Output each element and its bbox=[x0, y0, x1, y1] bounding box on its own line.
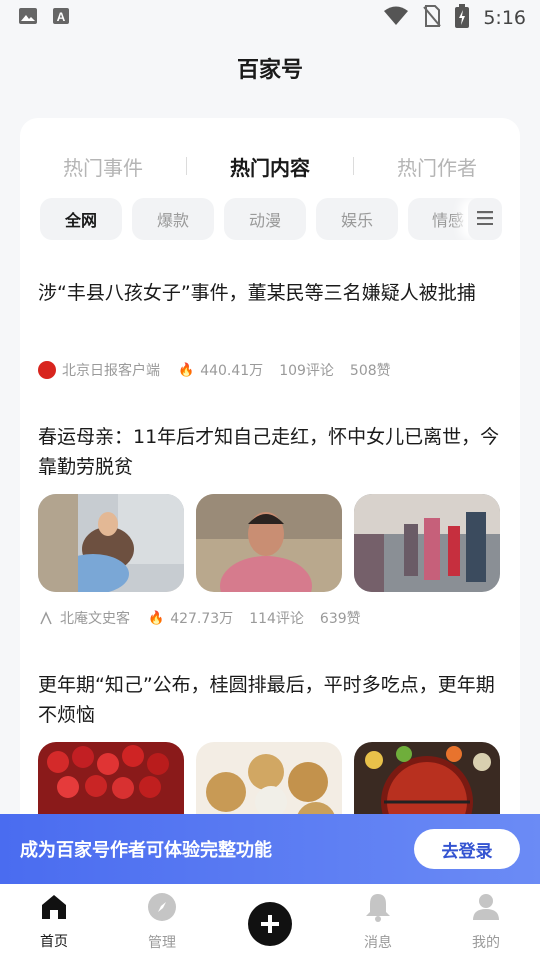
category-menu-button[interactable] bbox=[468, 198, 502, 240]
battery-charging-icon bbox=[455, 4, 470, 32]
thumbnail-family-walking[interactable] bbox=[354, 494, 500, 592]
source-logo bbox=[38, 361, 56, 379]
article-likes: 508赞 bbox=[349, 363, 391, 379]
tab-hot-authors[interactable]: 热门作者 bbox=[354, 152, 520, 181]
tab-hot-content[interactable]: 热门内容 bbox=[187, 152, 353, 181]
nav-home-label: 首页 bbox=[40, 934, 68, 950]
nav-manage[interactable]: 管理 bbox=[108, 884, 216, 960]
article-thumbnails bbox=[38, 494, 502, 592]
article-meta: 北庵文史客 🔥 427.73万 114评论 639赞 bbox=[38, 608, 502, 628]
nav-profile[interactable]: 我的 bbox=[432, 884, 540, 960]
font-a-icon: A bbox=[52, 7, 70, 29]
clock: 5:16 bbox=[483, 7, 526, 29]
top-bar: 百家号 bbox=[0, 36, 540, 100]
no-sim-icon bbox=[423, 5, 442, 31]
article-item[interactable]: 更年期“知己”公布，桂圆排最后，平时多吃点，更年期不烦恼 bbox=[38, 670, 502, 730]
section-tabs: 热门事件 热门内容 热门作者 bbox=[20, 146, 520, 186]
nav-profile-label: 我的 bbox=[472, 935, 500, 951]
article-source[interactable]: 北京日报客户端 bbox=[62, 360, 160, 380]
article-item[interactable]: 春运母亲：11年后才知自己走红，怀中女儿已离世，今靠勤劳脱贫 bbox=[38, 422, 502, 482]
bell-icon bbox=[364, 892, 392, 926]
compass-icon bbox=[147, 892, 177, 926]
nav-messages-label: 消息 bbox=[364, 935, 392, 951]
plus-icon bbox=[248, 902, 292, 946]
nav-home[interactable]: 首页 bbox=[0, 884, 108, 960]
article-headline[interactable]: 更年期“知己”公布，桂圆排最后，平时多吃点，更年期不烦恼 bbox=[38, 670, 502, 730]
home-icon bbox=[39, 893, 69, 925]
article-comments: 114评论 bbox=[249, 611, 304, 627]
chip-entertainment[interactable]: 娱乐 bbox=[316, 198, 398, 240]
tab-hot-events[interactable]: 热门事件 bbox=[20, 152, 186, 181]
source-logo bbox=[38, 610, 54, 626]
chip-anime[interactable]: 动漫 bbox=[224, 198, 306, 240]
article-likes: 639赞 bbox=[319, 611, 361, 627]
article-source[interactable]: 北庵文史客 bbox=[60, 608, 130, 628]
nav-messages[interactable]: 消息 bbox=[324, 884, 432, 960]
article-item[interactable]: 涉“丰县八孩女子”事件，董某民等三名嫌疑人被批捕 bbox=[38, 278, 502, 308]
login-banner-message: 成为百家号作者可体验完整功能 bbox=[20, 840, 272, 861]
chip-all[interactable]: 全网 bbox=[40, 198, 122, 240]
fire-icon: 🔥 bbox=[178, 362, 195, 378]
article-views: 440.41万 bbox=[200, 363, 264, 379]
status-bar: A 5:16 bbox=[0, 0, 540, 36]
login-banner: 成为百家号作者可体验完整功能 去登录 bbox=[0, 814, 540, 884]
thumbnail-smiling-woman[interactable] bbox=[196, 494, 342, 592]
profile-icon bbox=[471, 892, 501, 926]
fire-icon: 🔥 bbox=[148, 610, 165, 626]
content-card: 热门事件 热门内容 热门作者 全网 爆款 动漫 娱乐 情感 涉“丰县八孩女子”事… bbox=[20, 118, 520, 898]
category-chips: 全网 爆款 动漫 娱乐 情感 bbox=[40, 198, 502, 240]
article-comments: 109评论 bbox=[279, 363, 334, 379]
menu-icon bbox=[477, 210, 493, 229]
chip-viral[interactable]: 爆款 bbox=[132, 198, 214, 240]
article-headline[interactable]: 春运母亲：11年后才知自己走红，怀中女儿已离世，今靠勤劳脱贫 bbox=[38, 422, 502, 482]
svg-text:A: A bbox=[57, 10, 66, 24]
gallery-icon bbox=[18, 7, 38, 29]
article-meta: 北京日报客户端 🔥 440.41万 109评论 508赞 bbox=[38, 360, 502, 380]
article-views: 427.73万 bbox=[170, 611, 234, 627]
nav-manage-label: 管理 bbox=[148, 935, 176, 951]
page-title: 百家号 bbox=[236, 58, 303, 83]
article-headline[interactable]: 涉“丰县八孩女子”事件，董某民等三名嫌疑人被批捕 bbox=[38, 278, 502, 308]
nav-create[interactable] bbox=[216, 884, 324, 960]
wifi-icon bbox=[383, 6, 409, 30]
login-button[interactable]: 去登录 bbox=[414, 829, 520, 869]
bottom-nav: 首页 管理 消息 我的 bbox=[0, 884, 540, 960]
thumbnail-mother-child[interactable] bbox=[38, 494, 184, 592]
